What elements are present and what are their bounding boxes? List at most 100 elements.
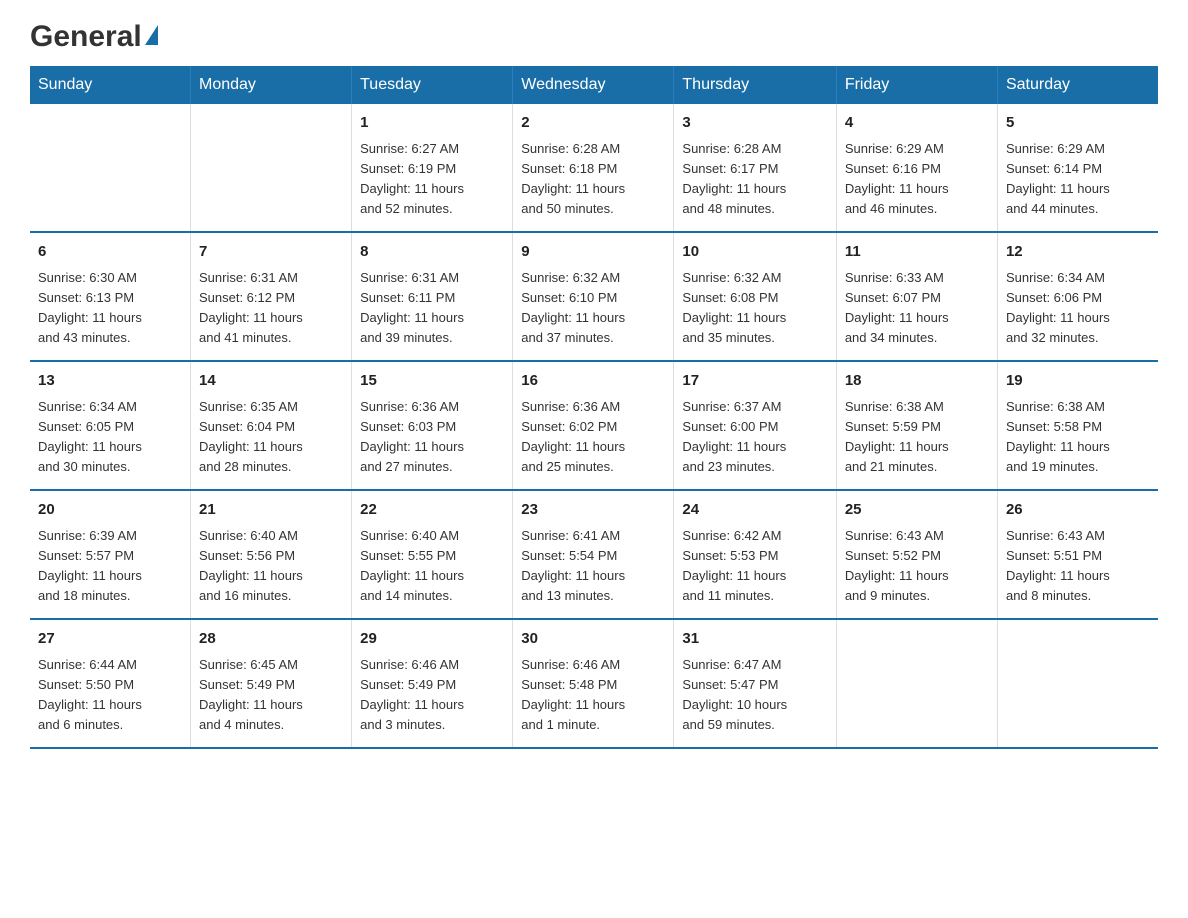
table-row: 20 Sunrise: 6:39 AMSunset: 5:57 PMDayligh… [30,490,190,619]
table-row: 7Sunrise: 6:31 AMSunset: 6:12 PMDaylight… [190,232,351,361]
header-thursday: Thursday [674,66,836,104]
day-number: 21 [199,499,343,522]
table-row: 1 Sunrise: 6:27 AMSunset: 6:19 PMDaylight… [352,104,513,232]
day-number: 28 [199,628,343,651]
day-number: 25 [845,499,989,522]
day-info: Sunrise: 6:46 AMSunset: 5:48 PMDaylight:… [521,655,665,736]
table-row: 25Sunrise: 6:43 AMSunset: 5:52 PMDayligh… [836,490,997,619]
table-row: 4 Sunrise: 6:29 AMSunset: 6:16 PMDaylight… [836,104,997,232]
day-info: Sunrise: 6:36 AMSunset: 6:03 PMDaylight:… [360,397,504,478]
day-number: 1 [360,112,504,135]
day-info: Sunrise: 6:29 AMSunset: 6:16 PMDaylight:… [845,139,989,220]
day-info: Sunrise: 6:31 AMSunset: 6:12 PMDaylight:… [199,268,343,349]
day-info: Sunrise: 6:41 AMSunset: 5:54 PMDaylight:… [521,526,665,607]
day-number: 26 [1006,499,1150,522]
day-info: Sunrise: 6:35 AMSunset: 6:04 PMDaylight:… [199,397,343,478]
day-number: 16 [521,370,665,393]
table-row: 22 Sunrise: 6:40 AMSunset: 5:55 PMDayligh… [352,490,513,619]
table-row: 28 Sunrise: 6:45 AMSunset: 5:49 PMDayligh… [190,619,351,748]
day-info: Sunrise: 6:39 AMSunset: 5:57 PMDaylight:… [38,526,182,607]
logo-general-text: General [30,20,142,54]
day-info: Sunrise: 6:28 AMSunset: 6:17 PMDaylight:… [682,139,827,220]
table-row: 24 Sunrise: 6:42 AMSunset: 5:53 PMDayligh… [674,490,836,619]
day-number: 3 [682,112,827,135]
day-info: Sunrise: 6:29 AMSunset: 6:14 PMDaylight:… [1006,139,1150,220]
day-number: 20 [38,499,182,522]
header-wednesday: Wednesday [513,66,674,104]
calendar-table: Sunday Monday Tuesday Wednesday Thursday… [30,66,1158,749]
table-row: 16 Sunrise: 6:36 AMSunset: 6:02 PMDayligh… [513,361,674,490]
day-info: Sunrise: 6:34 AMSunset: 6:06 PMDaylight:… [1006,268,1150,349]
day-number: 22 [360,499,504,522]
day-info: Sunrise: 6:40 AMSunset: 5:55 PMDaylight:… [360,526,504,607]
day-number: 13 [38,370,182,393]
day-number: 14 [199,370,343,393]
table-row: 15 Sunrise: 6:36 AMSunset: 6:03 PMDayligh… [352,361,513,490]
table-row: 11 Sunrise: 6:33 AMSunset: 6:07 PMDayligh… [836,232,997,361]
day-info: Sunrise: 6:30 AMSunset: 6:13 PMDaylight:… [38,268,182,349]
day-info: Sunrise: 6:34 AMSunset: 6:05 PMDaylight:… [38,397,182,478]
day-number: 10 [682,241,827,264]
table-row: 30Sunrise: 6:46 AMSunset: 5:48 PMDayligh… [513,619,674,748]
table-row: 27 Sunrise: 6:44 AMSunset: 5:50 PMDayligh… [30,619,190,748]
day-number: 4 [845,112,989,135]
day-number: 27 [38,628,182,651]
table-row [836,619,997,748]
day-number: 18 [845,370,989,393]
table-row: 29Sunrise: 6:46 AMSunset: 5:49 PMDayligh… [352,619,513,748]
table-row: 26 Sunrise: 6:43 AMSunset: 5:51 PMDayligh… [997,490,1158,619]
day-info: Sunrise: 6:32 AMSunset: 6:10 PMDaylight:… [521,268,665,349]
table-row: 9 Sunrise: 6:32 AMSunset: 6:10 PMDaylight… [513,232,674,361]
day-info: Sunrise: 6:42 AMSunset: 5:53 PMDaylight:… [682,526,827,607]
table-row: 3 Sunrise: 6:28 AMSunset: 6:17 PMDaylight… [674,104,836,232]
calendar-week-row: 13 Sunrise: 6:34 AMSunset: 6:05 PMDayligh… [30,361,1158,490]
day-number: 2 [521,112,665,135]
table-row: 2Sunrise: 6:28 AMSunset: 6:18 PMDaylight… [513,104,674,232]
day-number: 24 [682,499,827,522]
day-info: Sunrise: 6:33 AMSunset: 6:07 PMDaylight:… [845,268,989,349]
day-number: 15 [360,370,504,393]
day-info: Sunrise: 6:38 AMSunset: 5:58 PMDaylight:… [1006,397,1150,478]
table-row: 5Sunrise: 6:29 AMSunset: 6:14 PMDaylight… [997,104,1158,232]
day-number: 11 [845,241,989,264]
table-row: 13 Sunrise: 6:34 AMSunset: 6:05 PMDayligh… [30,361,190,490]
calendar-week-row: 20 Sunrise: 6:39 AMSunset: 5:57 PMDayligh… [30,490,1158,619]
day-number: 9 [521,241,665,264]
table-row: 23Sunrise: 6:41 AMSunset: 5:54 PMDayligh… [513,490,674,619]
day-info: Sunrise: 6:40 AMSunset: 5:56 PMDaylight:… [199,526,343,607]
day-number: 17 [682,370,827,393]
day-number: 8 [360,241,504,264]
day-number: 19 [1006,370,1150,393]
day-number: 31 [682,628,827,651]
day-info: Sunrise: 6:36 AMSunset: 6:02 PMDaylight:… [521,397,665,478]
day-info: Sunrise: 6:37 AMSunset: 6:00 PMDaylight:… [682,397,827,478]
table-row: 18 Sunrise: 6:38 AMSunset: 5:59 PMDayligh… [836,361,997,490]
logo-triangle-icon [145,25,158,45]
day-info: Sunrise: 6:44 AMSunset: 5:50 PMDaylight:… [38,655,182,736]
table-row: 21 Sunrise: 6:40 AMSunset: 5:56 PMDayligh… [190,490,351,619]
header-friday: Friday [836,66,997,104]
day-info: Sunrise: 6:31 AMSunset: 6:11 PMDaylight:… [360,268,504,349]
table-row: 17 Sunrise: 6:37 AMSunset: 6:00 PMDayligh… [674,361,836,490]
logo: General [30,20,158,46]
day-number: 29 [360,628,504,651]
table-row: 6 Sunrise: 6:30 AMSunset: 6:13 PMDaylight… [30,232,190,361]
header-sunday: Sunday [30,66,190,104]
table-row: 8 Sunrise: 6:31 AMSunset: 6:11 PMDaylight… [352,232,513,361]
calendar-week-row: 27 Sunrise: 6:44 AMSunset: 5:50 PMDayligh… [30,619,1158,748]
header-tuesday: Tuesday [352,66,513,104]
day-info: Sunrise: 6:45 AMSunset: 5:49 PMDaylight:… [199,655,343,736]
day-info: Sunrise: 6:27 AMSunset: 6:19 PMDaylight:… [360,139,504,220]
table-row: 14 Sunrise: 6:35 AMSunset: 6:04 PMDayligh… [190,361,351,490]
calendar-week-row: 1 Sunrise: 6:27 AMSunset: 6:19 PMDaylight… [30,104,1158,232]
table-row: 19 Sunrise: 6:38 AMSunset: 5:58 PMDayligh… [997,361,1158,490]
day-info: Sunrise: 6:43 AMSunset: 5:51 PMDaylight:… [1006,526,1150,607]
day-info: Sunrise: 6:38 AMSunset: 5:59 PMDaylight:… [845,397,989,478]
table-row: 10Sunrise: 6:32 AMSunset: 6:08 PMDayligh… [674,232,836,361]
table-row [190,104,351,232]
header-monday: Monday [190,66,351,104]
table-row: 31 Sunrise: 6:47 AMSunset: 5:47 PMDayligh… [674,619,836,748]
day-number: 6 [38,241,182,264]
day-info: Sunrise: 6:47 AMSunset: 5:47 PMDaylight:… [682,655,827,736]
table-row: 12Sunrise: 6:34 AMSunset: 6:06 PMDayligh… [997,232,1158,361]
